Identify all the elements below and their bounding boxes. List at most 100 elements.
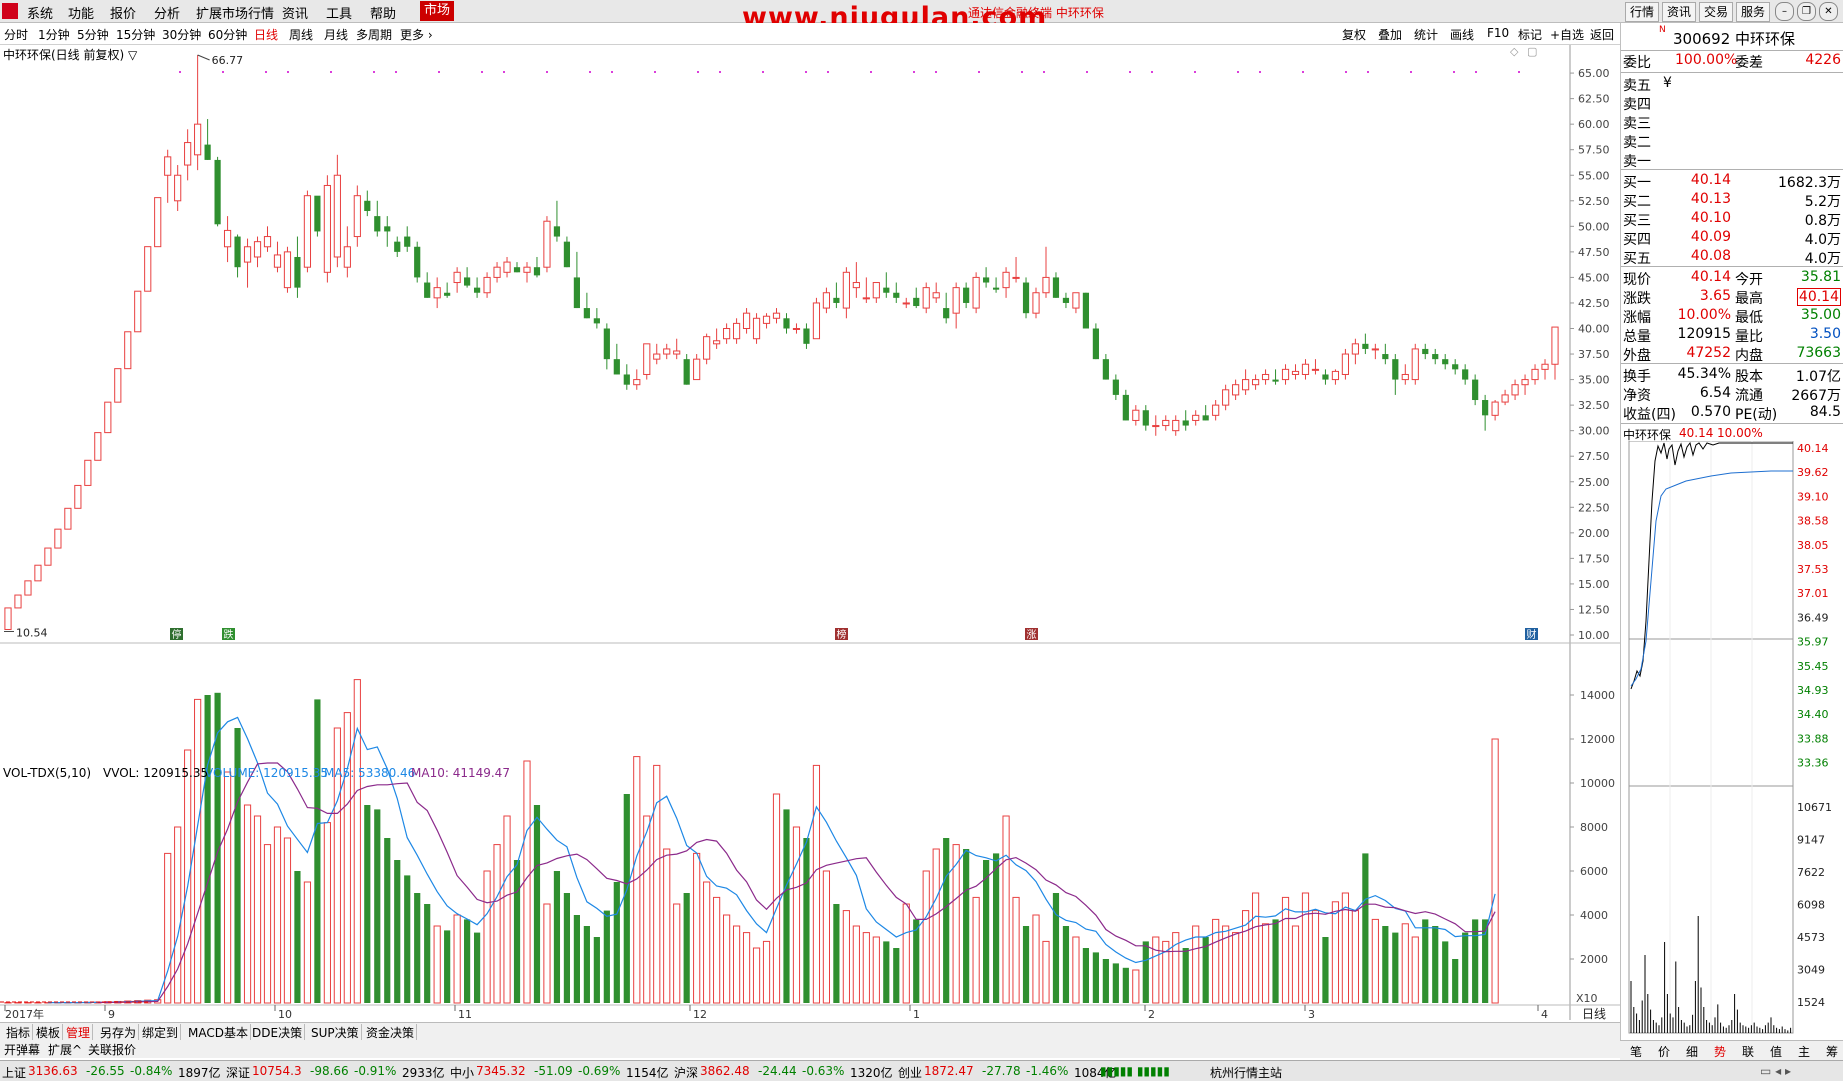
ask-level-label: 卖五 bbox=[1623, 75, 1651, 95]
bid-row: 买三40.100.8万 bbox=[1621, 210, 1843, 229]
fund-value-left: 6.54 bbox=[1700, 385, 1731, 401]
menu-extended-market[interactable]: 扩展市场行情 bbox=[196, 3, 274, 22]
candle-body bbox=[165, 157, 171, 175]
btn-mark[interactable]: 标记 bbox=[1518, 26, 1542, 43]
volume-bar bbox=[943, 838, 949, 1003]
intraday-mini-chart[interactable]: 40.1439.6239.1038.5838.0537.5337.0136.49… bbox=[1621, 441, 1843, 1041]
mini-vol-tick: 9147 bbox=[1797, 834, 1825, 847]
top-btn-news[interactable]: 资讯 bbox=[1662, 2, 1696, 22]
indicator-tabbar: 指标模板管理另存为绑定到 MACD基本DDE决策SUP决策资金决策 bbox=[0, 1022, 1620, 1041]
candle-body bbox=[284, 252, 290, 288]
candle-body bbox=[65, 508, 71, 529]
candle-body bbox=[604, 329, 610, 360]
candle-body bbox=[763, 316, 769, 323]
candle-body bbox=[354, 196, 360, 237]
bid-level-label: 买三 bbox=[1623, 210, 1651, 230]
period-daily[interactable]: 日线 bbox=[254, 26, 278, 43]
period-monthly[interactable]: 月线 bbox=[324, 26, 348, 43]
right-tab[interactable]: 联 bbox=[1742, 1043, 1754, 1060]
btn-adjust[interactable]: 复权 bbox=[1342, 26, 1366, 43]
candle-body bbox=[1113, 380, 1119, 395]
period-weekly[interactable]: 周线 bbox=[289, 26, 313, 43]
menu-quote[interactable]: 报价 bbox=[110, 3, 136, 22]
candle-body bbox=[943, 308, 949, 318]
period-multi[interactable]: 多周期 bbox=[356, 26, 392, 43]
period-more[interactable]: 更多 › bbox=[400, 26, 433, 43]
btn-draw[interactable]: 画线 bbox=[1450, 26, 1474, 43]
scroll-controls-icon[interactable]: ▭ ◂ ▸ bbox=[1760, 1064, 1791, 1078]
menu-market-tab[interactable]: 市场 bbox=[420, 1, 454, 21]
volume-bar bbox=[1043, 941, 1049, 1003]
menu-news[interactable]: 资讯 bbox=[282, 3, 308, 22]
indicator-tab[interactable]: 模板 bbox=[34, 1024, 63, 1041]
index-val: 7345.32 bbox=[476, 1064, 526, 1078]
extra-tab[interactable]: 开弹幕 bbox=[4, 1041, 40, 1058]
indicator-tab[interactable]: SUP决策 bbox=[309, 1024, 362, 1041]
candle-body bbox=[1362, 344, 1368, 349]
right-tab[interactable]: 价 bbox=[1658, 1043, 1670, 1060]
kline-chart[interactable]: 中环环保(日线 前复权) ▽ ◇ ▢ 65.0062.5060.0057.505… bbox=[0, 45, 1620, 1045]
indicator-tab[interactable]: 指标 bbox=[4, 1024, 33, 1041]
btn-overlay[interactable]: 叠加 bbox=[1378, 26, 1402, 43]
candle-body bbox=[424, 283, 430, 298]
right-tab[interactable]: 势 bbox=[1714, 1043, 1726, 1060]
indicator-tab[interactable]: 资金决策 bbox=[364, 1024, 417, 1041]
mini-price-tick: 38.58 bbox=[1797, 515, 1829, 528]
period-1min[interactable]: 1分钟 bbox=[38, 26, 70, 43]
menu-analysis[interactable]: 分析 bbox=[154, 3, 180, 22]
indicator-tab[interactable]: 管理 bbox=[64, 1024, 93, 1041]
ask-row: 卖三 bbox=[1621, 113, 1843, 132]
kline-svg: 65.0062.5060.0057.5055.0052.5050.0047.50… bbox=[0, 45, 1620, 1022]
btn-add-watch[interactable]: +自选 bbox=[1550, 26, 1584, 43]
ask-level-price: ¥ bbox=[1663, 75, 1672, 91]
right-tab[interactable]: 笔 bbox=[1630, 1043, 1642, 1060]
period-more-label: 更多 bbox=[400, 28, 424, 42]
volume-bar bbox=[883, 941, 889, 1003]
right-tab[interactable]: 值 bbox=[1770, 1043, 1782, 1060]
btn-f10[interactable]: F10 bbox=[1487, 26, 1509, 40]
right-tab[interactable]: 主 bbox=[1798, 1043, 1810, 1060]
minimize-icon[interactable]: – bbox=[1775, 2, 1794, 21]
period-30min[interactable]: 30分钟 bbox=[162, 26, 201, 43]
btn-stats[interactable]: 统计 bbox=[1414, 26, 1438, 43]
restore-icon[interactable]: ❐ bbox=[1797, 2, 1816, 21]
top-btn-trade[interactable]: 交易 bbox=[1699, 2, 1733, 22]
quote-label-right: 最低 bbox=[1735, 307, 1763, 327]
menu-tools[interactable]: 工具 bbox=[326, 3, 352, 22]
candle-body bbox=[1163, 420, 1169, 425]
candle-body bbox=[913, 298, 919, 306]
right-tab[interactable]: 细 bbox=[1686, 1043, 1698, 1060]
right-tab[interactable]: 筹 bbox=[1826, 1043, 1838, 1060]
indicator-tab[interactable]: MACD基本 bbox=[186, 1024, 251, 1041]
period-5min[interactable]: 5分钟 bbox=[77, 26, 109, 43]
top-btn-quote[interactable]: 行情 bbox=[1625, 2, 1659, 22]
ask-level-label: 卖一 bbox=[1623, 151, 1651, 171]
indicator-tab[interactable]: 另存为 bbox=[98, 1024, 139, 1041]
period-60min[interactable]: 60分钟 bbox=[208, 26, 247, 43]
candle-body bbox=[1083, 293, 1089, 329]
weicha-value: 4226 bbox=[1805, 52, 1841, 68]
event-marker: 跌 bbox=[222, 628, 235, 641]
ask-row: 卖一 bbox=[1621, 151, 1843, 170]
candle-body bbox=[1402, 374, 1408, 379]
indicator-tab[interactable]: DDE决策 bbox=[250, 1024, 305, 1041]
menu-help[interactable]: 帮助 bbox=[370, 3, 396, 22]
btn-back[interactable]: 返回 bbox=[1590, 26, 1614, 43]
menu-system[interactable]: 系统 bbox=[27, 3, 53, 22]
volume-bar bbox=[434, 926, 440, 1003]
extra-tab[interactable]: 扩展^ bbox=[48, 1041, 82, 1058]
period-15min[interactable]: 15分钟 bbox=[116, 26, 155, 43]
period-timeshare[interactable]: 分时 bbox=[4, 26, 28, 43]
top-btn-service[interactable]: 服务 bbox=[1736, 2, 1770, 22]
quote-value-right: 35.81 bbox=[1801, 269, 1841, 285]
price-tick-label: 25.00 bbox=[1578, 476, 1610, 489]
menu-function[interactable]: 功能 bbox=[68, 3, 94, 22]
candle-body bbox=[294, 257, 300, 288]
candle-body bbox=[95, 433, 101, 461]
bid-level-vol: 5.2万 bbox=[1805, 191, 1841, 211]
close-icon[interactable]: ✕ bbox=[1819, 2, 1838, 21]
extra-tab[interactable]: 关联报价 bbox=[88, 1041, 136, 1058]
volume-bar bbox=[1103, 959, 1109, 1003]
fund-value-left: 45.34% bbox=[1678, 366, 1731, 382]
indicator-tab[interactable]: 绑定到 bbox=[140, 1024, 181, 1041]
